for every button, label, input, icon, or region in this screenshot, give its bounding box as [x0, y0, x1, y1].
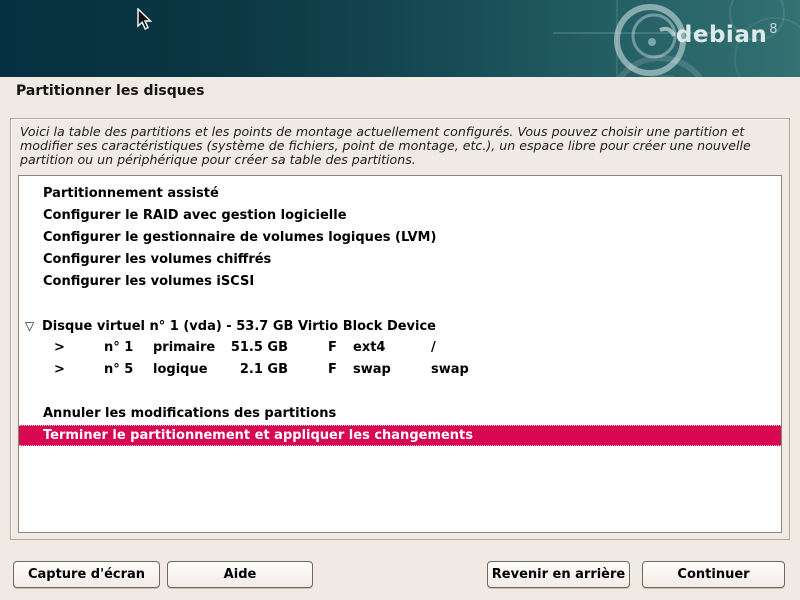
expander-triangle-icon[interactable]: ▽	[25, 315, 42, 337]
list-item-finish-partitioning[interactable]: Terminer le partitionnement et appliquer…	[19, 425, 781, 446]
list-item-undo-changes[interactable]: Annuler les modifications des partitions	[19, 403, 781, 425]
partition-format-flag: F	[328, 359, 337, 381]
content-frame: Voici la table des partitions et les poi…	[10, 118, 790, 540]
screenshot-button[interactable]: Capture d'écran	[13, 561, 160, 588]
list-item-configure-iscsi[interactable]: Configurer les volumes iSCSI	[19, 271, 781, 293]
spacer-row	[19, 293, 781, 315]
partition-mountpoint: swap	[431, 359, 469, 381]
partition-number: n° 1	[104, 337, 133, 359]
disk-label: Disque virtuel n° 1 (vda) - 53.7 GB Virt…	[42, 319, 436, 334]
list-item-guided-partitioning[interactable]: Partitionnement assisté	[19, 183, 781, 205]
partition-number: n° 5	[104, 359, 133, 381]
brand-name: debian	[676, 22, 767, 48]
partition-marker-icon: >	[54, 359, 65, 381]
debian-wordmark: debian8	[676, 22, 778, 48]
page-description: Voici la table des partitions et les poi…	[20, 125, 780, 168]
continue-button[interactable]: Continuer	[642, 561, 785, 588]
partition-filesystem: ext4	[353, 337, 385, 359]
disk-header-row[interactable]: ▽Disque virtuel n° 1 (vda) - 53.7 GB Vir…	[19, 315, 781, 337]
brand-version: 8	[769, 22, 778, 37]
partition-filesystem: swap	[353, 359, 391, 381]
partition-format-flag: F	[328, 337, 337, 359]
partition-size: 51.5 GB	[194, 337, 288, 359]
spacer-row	[19, 381, 781, 403]
help-button[interactable]: Aide	[167, 561, 313, 588]
list-item-configure-raid[interactable]: Configurer le RAID avec gestion logiciel…	[19, 205, 781, 227]
go-back-button[interactable]: Revenir en arrière	[487, 561, 630, 588]
partition-row[interactable]: > n° 1 primaire 51.5 GB F ext4 /	[19, 337, 781, 359]
partition-size: 2.1 GB	[194, 359, 288, 381]
installer-window: debian8 Partitionner les disques Voici l…	[0, 0, 800, 600]
list-item-configure-encrypted[interactable]: Configurer les volumes chiffrés	[19, 249, 781, 271]
page-title: Partitionner les disques	[16, 83, 205, 99]
list-item-configure-lvm[interactable]: Configurer le gestionnaire de volumes lo…	[19, 227, 781, 249]
partition-marker-icon: >	[54, 337, 65, 359]
mouse-cursor	[137, 8, 153, 32]
partition-listbox[interactable]: Partitionnement assisté Configurer le RA…	[18, 175, 782, 533]
banner: debian8	[0, 0, 800, 77]
partition-row[interactable]: > n° 5 logique 2.1 GB F swap swap	[19, 359, 781, 381]
partition-mountpoint: /	[431, 337, 436, 359]
